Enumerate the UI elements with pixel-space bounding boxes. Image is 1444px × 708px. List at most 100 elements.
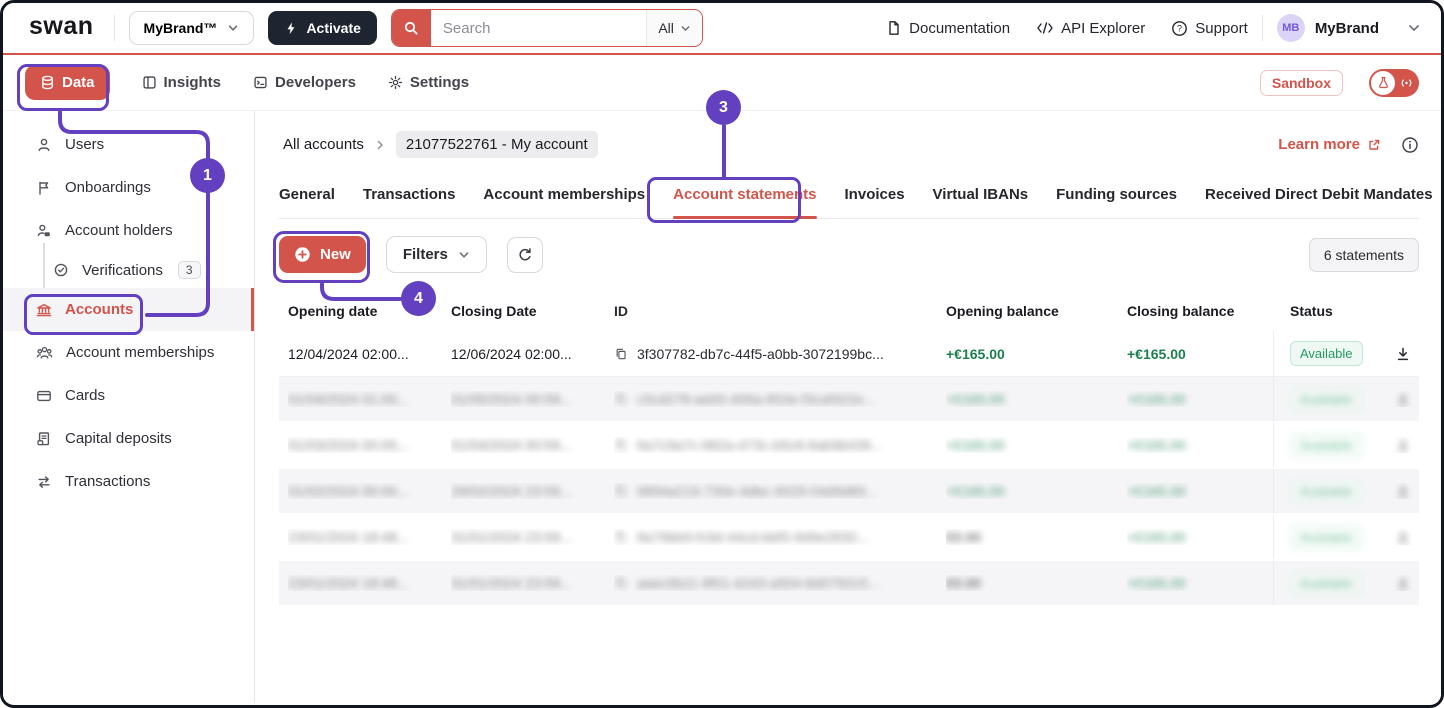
sidebar-item-accounts[interactable]: Accounts bbox=[3, 288, 254, 331]
sidebar-label: Account holders bbox=[65, 222, 173, 239]
download-icon[interactable] bbox=[1395, 346, 1411, 362]
tab-general[interactable]: General bbox=[279, 182, 335, 218]
statement-row[interactable]: 23/01/2024 18:48... 31/01/2024 23:59... … bbox=[279, 561, 1419, 607]
statement-row[interactable]: 12/04/2024 02:00... 12/06/2024 02:00... … bbox=[279, 331, 1419, 377]
tab-transactions[interactable]: Transactions bbox=[363, 182, 456, 218]
sidebar-item-account-memberships[interactable]: Account memberships bbox=[3, 331, 254, 374]
search-scope-selector[interactable]: All bbox=[646, 10, 702, 46]
api-explorer-label: API Explorer bbox=[1061, 20, 1145, 37]
top-links: Documentation API Explorer ? Support bbox=[886, 20, 1248, 37]
avatar: MB bbox=[1277, 14, 1305, 42]
activate-button[interactable]: Activate bbox=[268, 11, 376, 45]
sidebar-item-account-holders[interactable]: Account holders bbox=[3, 209, 254, 252]
nav-data-label: Data bbox=[62, 74, 95, 91]
statement-row[interactable]: 01/03/2024 00:00... 01/04/2024 00:59... … bbox=[279, 423, 1419, 469]
breadcrumb: All accounts 21077522761 - My account Le… bbox=[279, 131, 1419, 158]
nav-right: Sandbox bbox=[1260, 69, 1419, 97]
lightning-icon bbox=[284, 21, 298, 36]
chevron-down-icon bbox=[680, 23, 691, 34]
tab-invoices[interactable]: Invoices bbox=[845, 182, 905, 218]
account-name: MyBrand bbox=[1315, 20, 1379, 37]
statement-row[interactable]: 01/02/2024 00:00... 29/02/2024 23:59... … bbox=[279, 469, 1419, 515]
new-label: New bbox=[320, 246, 351, 263]
statements-count-badge: 6 statements bbox=[1309, 238, 1419, 272]
sidebar-item-onboardings[interactable]: Onboardings bbox=[3, 166, 254, 209]
nav-item-settings[interactable]: Settings bbox=[388, 74, 469, 91]
tab-account-statements[interactable]: Account statements bbox=[673, 182, 816, 218]
copy-icon[interactable] bbox=[614, 576, 628, 590]
signal-icon bbox=[1395, 77, 1417, 89]
sidebar: Users Onboardings Account holders Verifi… bbox=[3, 111, 255, 703]
copy-icon[interactable] bbox=[614, 347, 628, 361]
breadcrumb-root[interactable]: All accounts bbox=[283, 136, 364, 153]
status-badge: Available bbox=[1290, 387, 1363, 412]
filters-button[interactable]: Filters bbox=[386, 236, 487, 273]
filters-label: Filters bbox=[403, 246, 448, 263]
status-badge: Available bbox=[1290, 525, 1363, 550]
sidebar-item-transactions[interactable]: Transactions bbox=[3, 460, 254, 503]
column-header-opening-balance: Opening balance bbox=[946, 303, 1127, 319]
tab-account-memberships[interactable]: Account memberships bbox=[483, 182, 645, 218]
layout-icon bbox=[142, 75, 157, 90]
tab-received-direct-debit-mandates[interactable]: Received Direct Debit Mandates bbox=[1205, 182, 1433, 218]
statement-row[interactable]: 01/04/2024 01:00... 01/05/2024 00:59... … bbox=[279, 377, 1419, 423]
bank-icon bbox=[36, 302, 52, 318]
refresh-button[interactable] bbox=[507, 237, 543, 273]
account-menu[interactable]: MB MyBrand bbox=[1277, 14, 1379, 42]
download-icon[interactable] bbox=[1395, 575, 1411, 591]
table-header: Opening date Closing Date ID Opening bal… bbox=[279, 299, 1419, 323]
nav-item-data[interactable]: Data bbox=[25, 65, 110, 100]
chevron-down-icon[interactable] bbox=[1407, 21, 1421, 35]
top-bar: swan MyBrand™ Activate All bbox=[3, 3, 1441, 55]
learn-more-link[interactable]: Learn more bbox=[1278, 136, 1381, 153]
breadcrumb-current: 21077522761 - My account bbox=[396, 131, 598, 158]
divider bbox=[1262, 15, 1263, 41]
sandbox-badge: Sandbox bbox=[1260, 70, 1343, 96]
gear-icon bbox=[388, 75, 403, 90]
download-icon[interactable] bbox=[1395, 529, 1411, 545]
api-explorer-link[interactable]: API Explorer bbox=[1036, 20, 1145, 37]
badge-check-icon bbox=[53, 262, 69, 278]
new-button[interactable]: New bbox=[279, 236, 366, 273]
documentation-label: Documentation bbox=[909, 20, 1010, 37]
copy-icon[interactable] bbox=[614, 438, 628, 452]
nav-item-developers[interactable]: Developers bbox=[253, 74, 356, 91]
transfer-arrows-icon bbox=[36, 474, 52, 490]
download-icon[interactable] bbox=[1395, 483, 1411, 499]
sidebar-item-verifications[interactable]: Verifications 3 bbox=[3, 252, 254, 288]
sidebar-label: Capital deposits bbox=[65, 430, 172, 447]
tab-bar: General Transactions Account memberships… bbox=[279, 182, 1419, 219]
main-content: All accounts 21077522761 - My account Le… bbox=[255, 111, 1441, 703]
sidebar-label: Users bbox=[65, 136, 104, 153]
sidebar-item-capital-deposits[interactable]: Capital deposits bbox=[3, 417, 254, 460]
chevron-right-icon bbox=[374, 139, 386, 151]
sandbox-toggle[interactable] bbox=[1369, 69, 1419, 97]
sidebar-item-cards[interactable]: Cards bbox=[3, 374, 254, 417]
sidebar-label: Transactions bbox=[65, 473, 150, 490]
copy-icon[interactable] bbox=[614, 530, 628, 544]
sidebar-item-users[interactable]: Users bbox=[3, 123, 254, 166]
statement-row[interactable]: 23/01/2024 18:48... 31/01/2024 23:59... … bbox=[279, 515, 1419, 561]
info-icon[interactable] bbox=[1401, 136, 1419, 154]
external-link-icon bbox=[1367, 138, 1381, 152]
support-label: Support bbox=[1195, 20, 1248, 37]
swan-logo: swan bbox=[23, 12, 100, 44]
brand-selector[interactable]: MyBrand™ bbox=[129, 11, 255, 45]
download-icon[interactable] bbox=[1395, 391, 1411, 407]
documentation-link[interactable]: Documentation bbox=[886, 20, 1010, 37]
copy-icon[interactable] bbox=[614, 392, 628, 406]
brand-selector-label: MyBrand™ bbox=[144, 20, 218, 36]
nav-item-insights[interactable]: Insights bbox=[142, 74, 222, 91]
code-icon bbox=[1036, 21, 1054, 35]
tab-funding-sources[interactable]: Funding sources bbox=[1056, 182, 1177, 218]
sidebar-label: Onboardings bbox=[65, 179, 151, 196]
tab-virtual-ibans[interactable]: Virtual IBANs bbox=[933, 182, 1029, 218]
copy-icon[interactable] bbox=[614, 484, 628, 498]
status-badge: Available bbox=[1290, 571, 1363, 596]
search-input[interactable] bbox=[431, 10, 646, 46]
column-header-closing-date: Closing Date bbox=[451, 303, 614, 319]
support-link[interactable]: ? Support bbox=[1171, 20, 1248, 37]
account-holder-icon bbox=[36, 223, 52, 239]
download-icon[interactable] bbox=[1395, 437, 1411, 453]
nav-insights-label: Insights bbox=[164, 74, 222, 91]
